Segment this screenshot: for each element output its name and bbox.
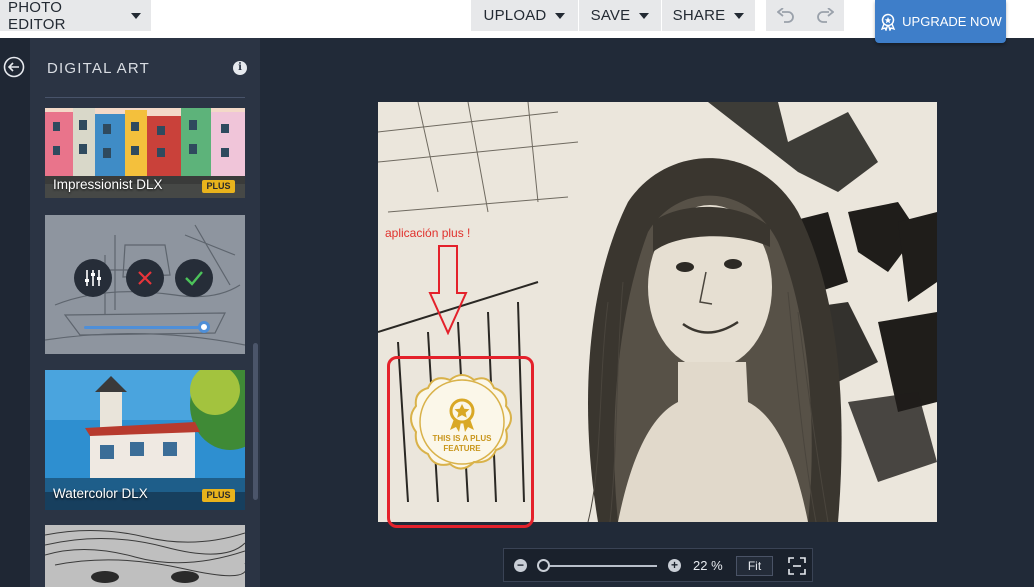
save-label: SAVE [590,7,631,24]
effect-label: Watercolor DLX [53,486,148,501]
top-toolbar: PHOTO EDITOR UPLOAD SAVE SHARE UPGRADE N… [0,0,1034,43]
annotation-highlight-box [387,356,534,528]
undo-icon [777,7,794,23]
share-label: SHARE [672,7,726,24]
effect-label: Impressionist DLX [53,177,163,192]
redo-icon [817,7,834,23]
apply-effect-button[interactable] [175,259,213,297]
slider-handle[interactable] [198,321,210,333]
plus-badge: PLUS [202,489,235,502]
pencil-preview-image [45,525,245,587]
chevron-down-icon [734,12,745,19]
sliders-icon [85,270,101,286]
adjust-settings-button[interactable] [74,259,112,297]
panel-title: DIGITAL ART [47,60,150,77]
fit-button[interactable]: Fit [736,556,773,576]
effect-intensity-slider[interactable] [84,326,204,329]
cancel-effect-button[interactable] [126,259,164,297]
fullscreen-icon[interactable] [788,557,806,575]
zoom-in-button[interactable]: + [668,559,681,572]
share-button[interactable]: SHARE [662,0,755,31]
photo-editor-menu-button[interactable]: PHOTO EDITOR [0,0,151,33]
zoom-percent: 22 % [693,558,723,573]
zoom-out-button[interactable]: − [514,559,527,572]
zoom-toolbar: − + 22 % Fit [503,548,813,582]
chevron-down-icon [639,12,650,19]
redo-button[interactable] [806,0,844,31]
chevron-down-icon [131,12,141,19]
upgrade-now-button[interactable]: UPGRADE NOW [875,0,1006,43]
undo-button[interactable] [766,0,806,31]
upload-button[interactable]: UPLOAD [471,0,578,31]
upgrade-badge-icon [880,13,896,31]
info-icon[interactable]: i [233,61,247,75]
photo-editor-label: PHOTO EDITOR [8,0,66,33]
effect-thumb-watercolor[interactable]: Watercolor DLX PLUS [45,370,245,510]
effect-thumb-pencil[interactable] [45,525,245,587]
upgrade-now-label: UPGRADE NOW [902,14,1002,29]
save-button[interactable]: SAVE [579,0,661,31]
close-icon [138,271,152,285]
annotation-arrow-icon [428,245,468,335]
zoom-slider-handle[interactable] [537,559,550,572]
effect-thumb-impressionist[interactable]: Impressionist DLX PLUS [45,108,245,198]
checkmark-icon [185,271,203,286]
left-rail [0,38,30,587]
effect-thumb-selected[interactable] [45,215,245,354]
upload-label: UPLOAD [483,7,547,24]
annotation-text: aplicación plus ! [385,226,471,240]
zoom-slider-track[interactable] [543,565,657,567]
panel-divider [45,97,245,98]
back-arrow-icon[interactable] [3,56,25,78]
panel-scrollbar[interactable] [253,343,258,500]
chevron-down-icon [555,12,566,19]
plus-badge: PLUS [202,180,235,193]
effects-panel: DIGITAL ART i Impressionist DLX PLUS Wat… [30,38,260,587]
